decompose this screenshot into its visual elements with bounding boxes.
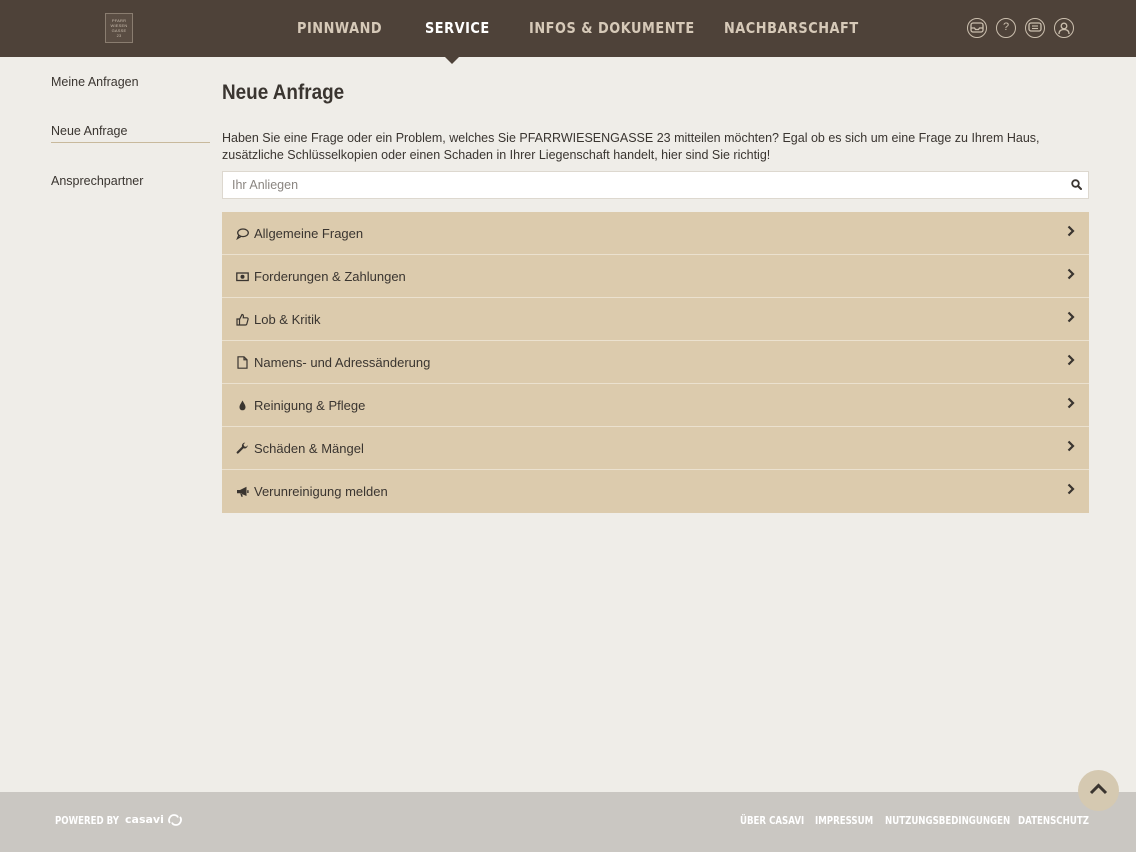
footer-link-nutzungsbedingungen[interactable]: NUTZUNGSBEDINGUNGEN xyxy=(885,815,1010,827)
page-title: Neue Anfrage xyxy=(222,81,345,104)
sidebar-active-underline xyxy=(51,142,210,143)
category-lob-kritik[interactable]: Lob & Kritik xyxy=(222,298,1089,341)
top-navigation-bar: PFARR WIESEN GASSE 23 PINNWAND SERVICE I… xyxy=(0,0,1136,57)
thumbs-up-icon xyxy=(236,313,249,326)
sidebar-item-neue-anfrage[interactable]: Neue Anfrage xyxy=(51,124,127,138)
sidebar-item-ansprechpartner[interactable]: Ansprechpartner xyxy=(51,174,143,188)
inbox-icon[interactable] xyxy=(967,18,987,38)
chevron-right-icon xyxy=(1067,268,1075,280)
wrench-icon xyxy=(236,442,248,454)
search-input[interactable] xyxy=(223,172,1058,198)
footer: POWERED BY casavi ÜBER CASAVI IMPRESSUM … xyxy=(0,792,1136,852)
category-reinigung-pflege[interactable]: Reinigung & Pflege xyxy=(222,384,1089,427)
category-forderungen-zahlungen[interactable]: Forderungen & Zahlungen xyxy=(222,255,1089,298)
casavi-logo-icon xyxy=(168,814,182,826)
chevron-right-icon xyxy=(1067,440,1075,452)
scroll-to-top-button[interactable] xyxy=(1078,770,1119,811)
search-box xyxy=(222,171,1089,199)
nav-infos-dokumente[interactable]: INFOS & DOKUMENTE xyxy=(529,19,695,37)
chevron-right-icon xyxy=(1067,354,1075,366)
category-schaeden-maengel[interactable]: Schäden & Mängel xyxy=(222,427,1089,470)
chevron-right-icon xyxy=(1067,225,1075,237)
category-list: Allgemeine Fragen Forderungen & Zahlunge… xyxy=(222,212,1089,513)
casavi-logo[interactable]: casavi xyxy=(125,813,164,826)
category-label: Verunreinigung melden xyxy=(254,484,388,499)
nav-nachbarschaft[interactable]: NACHBARSCHAFT xyxy=(724,19,859,37)
chevron-right-icon xyxy=(1067,311,1075,323)
user-icon[interactable] xyxy=(1054,18,1074,38)
money-icon xyxy=(236,272,249,282)
category-label: Reinigung & Pflege xyxy=(254,398,366,413)
category-label: Namens- und Adressänderung xyxy=(254,355,431,370)
chat-icon[interactable] xyxy=(1025,18,1045,38)
nav-pinnwand[interactable]: PINNWAND xyxy=(297,19,382,37)
powered-by-label: POWERED BY xyxy=(55,815,119,827)
chevron-right-icon xyxy=(1067,483,1075,495)
category-label: Lob & Kritik xyxy=(254,312,321,327)
chevron-right-icon xyxy=(1067,397,1075,409)
footer-link-impressum[interactable]: IMPRESSUM xyxy=(815,815,873,827)
footer-link-datenschutz[interactable]: DATENSCHUTZ xyxy=(1018,815,1089,827)
help-icon[interactable]: ? xyxy=(996,18,1016,38)
speech-bubble-icon xyxy=(236,228,249,240)
active-nav-indicator xyxy=(445,57,459,64)
category-allgemeine-fragen[interactable]: Allgemeine Fragen xyxy=(222,212,1089,255)
category-label: Allgemeine Fragen xyxy=(254,226,364,241)
category-label: Schäden & Mängel xyxy=(254,441,364,456)
footer-link-ueber-casavi[interactable]: ÜBER CASAVI xyxy=(740,815,804,827)
chevron-up-icon xyxy=(1089,783,1108,795)
category-verunreinigung-melden[interactable]: Verunreinigung melden xyxy=(222,470,1089,513)
main-nav: PINNWAND SERVICE INFOS & DOKUMENTE NACHB… xyxy=(0,0,1136,57)
sidebar-item-meine-anfragen[interactable]: Meine Anfragen xyxy=(51,75,139,89)
category-label: Forderungen & Zahlungen xyxy=(254,269,406,284)
category-namens-adressaenderung[interactable]: Namens- und Adressänderung xyxy=(222,341,1089,384)
megaphone-icon xyxy=(237,486,249,497)
drop-icon xyxy=(239,400,246,411)
document-icon xyxy=(237,356,248,369)
nav-service[interactable]: SERVICE xyxy=(425,19,490,37)
search-icon[interactable] xyxy=(1071,179,1082,190)
intro-text: Haben Sie eine Frage oder ein Problem, w… xyxy=(222,131,1040,162)
